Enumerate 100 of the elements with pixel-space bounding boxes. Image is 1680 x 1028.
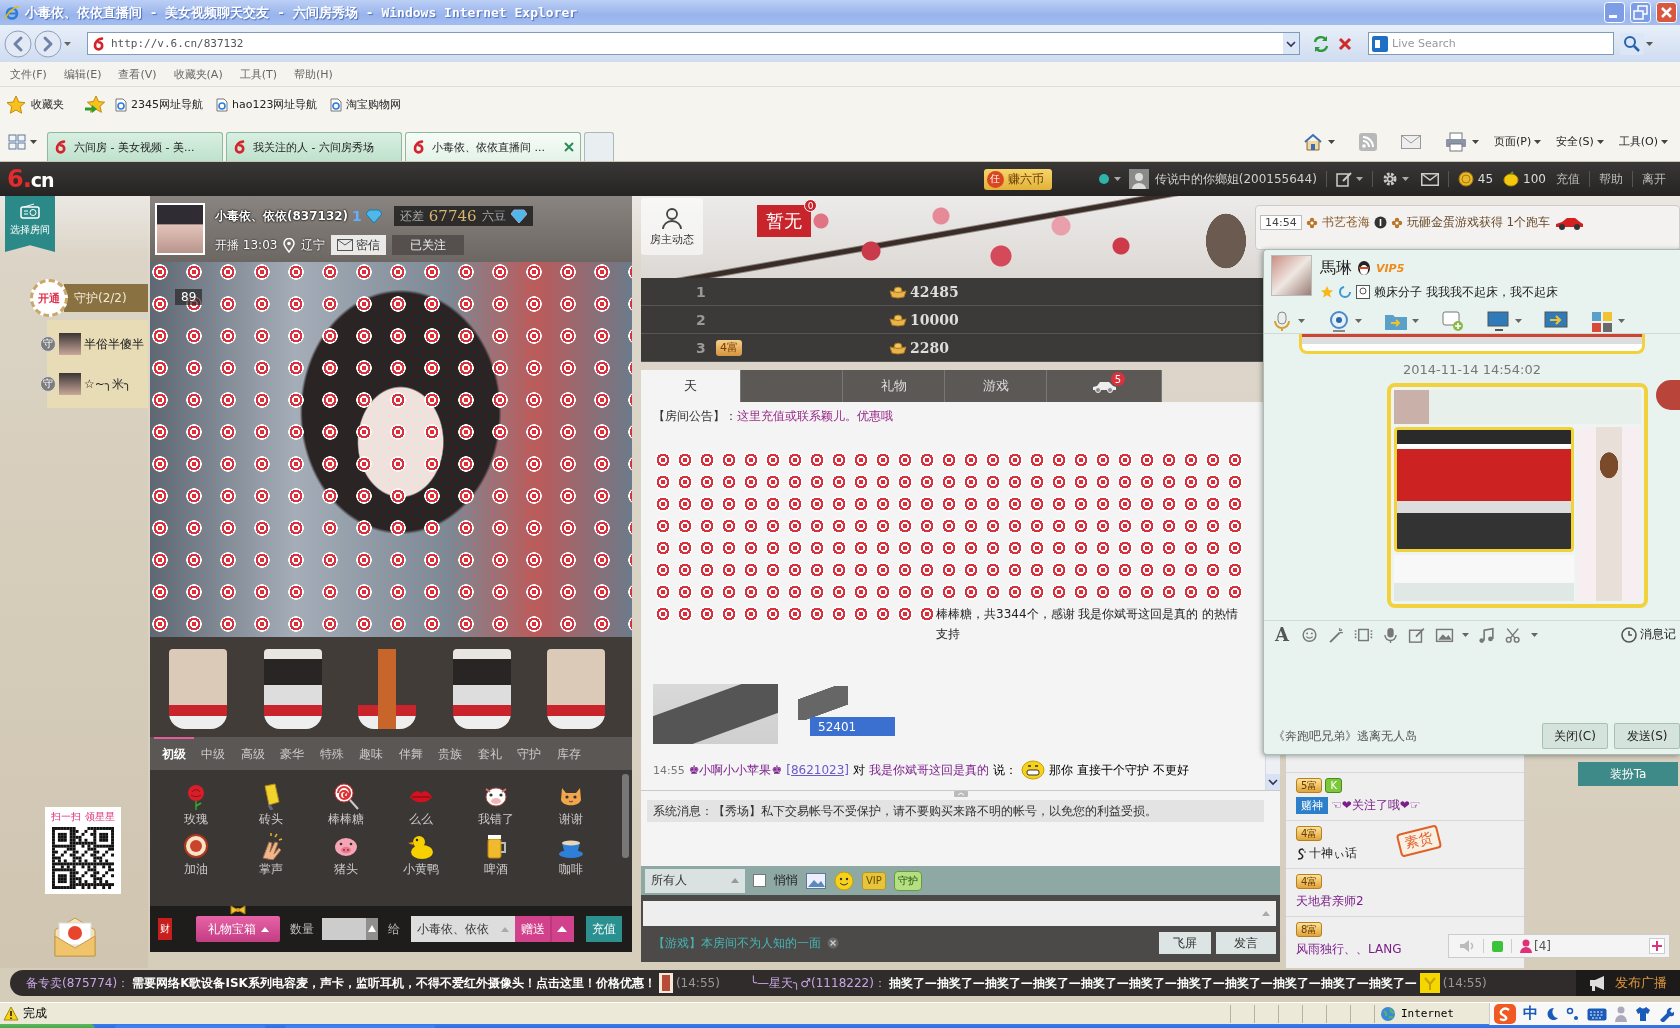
user-name[interactable]: ☜❤关注了哦❤☞ xyxy=(1331,797,1421,814)
chat-tab[interactable]: 天 xyxy=(641,370,741,402)
menu-item[interactable]: 查看(V) xyxy=(118,66,157,82)
gift-item[interactable]: 谢谢 xyxy=(533,782,608,828)
command-menu[interactable]: 工具(O) xyxy=(1618,134,1668,149)
chat-input-field[interactable] xyxy=(643,901,1276,926)
gift-tab[interactable]: 守护 xyxy=(509,737,549,770)
caret-icon[interactable] xyxy=(1515,318,1522,323)
shirt-icon[interactable] xyxy=(1635,1005,1651,1022)
input-method-logo-icon[interactable] xyxy=(1494,1003,1516,1024)
command-menu[interactable]: 页面(P) xyxy=(1493,134,1542,149)
game-link[interactable]: 【游戏】本房间不为人知的一面 xyxy=(653,934,821,952)
menu-item[interactable]: 帮助(H) xyxy=(294,66,333,82)
user-name[interactable]: 风雨独行、、LANG xyxy=(1296,941,1402,958)
guard-button[interactable]: 守护 xyxy=(893,870,922,891)
whisper-checkbox[interactable] xyxy=(753,874,766,887)
close-icon[interactable] xyxy=(827,937,839,949)
scroll-down-icon[interactable] xyxy=(1266,774,1280,790)
caret-icon[interactable] xyxy=(1327,139,1335,144)
chat-action-button[interactable]: 飞屏 xyxy=(1159,932,1211,954)
gift-item[interactable]: 掌声 xyxy=(233,832,308,878)
mic-seat[interactable] xyxy=(452,649,511,729)
settings-icon[interactable] xyxy=(1381,171,1398,187)
mail-icon[interactable] xyxy=(1420,172,1439,186)
send-button[interactable]: 赠送 xyxy=(515,916,550,942)
spin-icon[interactable] xyxy=(366,918,378,940)
user-id-link[interactable]: [8621023] xyxy=(786,763,850,777)
followed-button[interactable]: 已关注 xyxy=(392,235,465,255)
caret-icon[interactable] xyxy=(1462,632,1469,637)
dialog-button[interactable]: 发送(S) xyxy=(1614,723,1680,749)
recipient-select[interactable]: 小毒依、依依 xyxy=(411,916,515,942)
status-icon[interactable] xyxy=(1338,285,1352,299)
forward-icon[interactable] xyxy=(34,29,62,58)
gift-item[interactable]: 我错了 xyxy=(458,782,533,828)
caret-icon[interactable] xyxy=(1534,139,1542,144)
gift-item[interactable]: 啤酒 xyxy=(458,832,533,878)
scrollbar-thumb[interactable] xyxy=(622,774,629,858)
gift-box-button[interactable]: 礼物宝箱 xyxy=(196,916,280,942)
music-note-icon[interactable] xyxy=(1477,625,1496,644)
webcam-icon[interactable] xyxy=(1327,309,1351,332)
back-icon[interactable] xyxy=(4,29,32,58)
punctuation-icon[interactable] xyxy=(1566,1006,1580,1021)
browser-tab[interactable]: 六间房 - 美女视频 - 美... xyxy=(47,132,223,161)
smiley-icon[interactable] xyxy=(1300,625,1319,644)
gift-item[interactable]: 么么 xyxy=(383,782,458,828)
add-favorite-icon[interactable] xyxy=(84,93,108,116)
wrench-icon[interactable] xyxy=(1658,1005,1674,1022)
user-name[interactable]: 天地君亲师2 xyxy=(1296,893,1364,910)
edit-icon[interactable] xyxy=(1335,171,1352,187)
home-icon[interactable] xyxy=(1302,132,1323,151)
earn-coins-button[interactable]: 任 赚六币 xyxy=(983,168,1052,190)
caret-icon[interactable] xyxy=(1412,318,1419,323)
smiley-icon[interactable] xyxy=(834,870,854,891)
screen-icon[interactable] xyxy=(1487,309,1511,332)
menu-item[interactable]: 收藏夹(A) xyxy=(173,66,223,82)
gift-item[interactable]: 咖啡 xyxy=(533,832,608,878)
image-icon[interactable] xyxy=(806,872,826,889)
splitter-handle-icon[interactable] xyxy=(953,791,968,797)
chat-tab[interactable]: 游戏 xyxy=(945,370,1047,402)
decorate-button[interactable]: 装扮Ta xyxy=(1578,762,1678,786)
room-select-button[interactable]: 选择房间 xyxy=(5,196,55,252)
target-name[interactable]: 我是你斌哥这回是真的 xyxy=(869,761,990,779)
private-message-button[interactable]: 密信 xyxy=(331,235,387,255)
fortune-button[interactable]: 财 xyxy=(158,918,172,940)
browser-tab[interactable]: 我关注的人 - 六间房秀场 xyxy=(226,132,402,161)
user-name[interactable]: 传说中的你鄉姐(200155644) xyxy=(1154,170,1317,188)
address-field[interactable]: http://v.6.cn/837132 xyxy=(87,32,1300,55)
microphone-icon[interactable] xyxy=(1381,625,1400,644)
whisper-label[interactable]: 悄悄 xyxy=(774,872,798,889)
caret-icon[interactable] xyxy=(64,41,71,46)
favorite-link[interactable]: hao123网址导航 xyxy=(215,97,318,112)
favorites-button[interactable]: 收藏夹 xyxy=(6,94,64,115)
browser-tab[interactable]: 小毒依、依依直播间 ... xyxy=(405,132,581,161)
status-dot-icon[interactable] xyxy=(1097,173,1110,185)
mic-seat[interactable] xyxy=(169,649,227,729)
caret-icon[interactable] xyxy=(1298,318,1305,323)
favorite-link[interactable]: 2345网址导航 xyxy=(114,97,203,112)
caret-icon[interactable] xyxy=(30,139,37,144)
open-guard-button[interactable]: 开通 xyxy=(30,279,68,317)
send-options-icon[interactable] xyxy=(550,916,574,942)
guard-name[interactable]: 半俗半傻半 xyxy=(84,335,144,353)
gift-item[interactable]: 玫瑰 xyxy=(158,782,233,828)
keyboard-icon[interactable] xyxy=(1587,1006,1607,1021)
qr-code-icon[interactable] xyxy=(52,827,114,889)
caret-icon[interactable] xyxy=(1661,139,1668,144)
caret-icon[interactable] xyxy=(1471,139,1479,144)
guard-name[interactable]: ☆~╮米╮ xyxy=(84,375,132,393)
gift-item[interactable]: 猪头 xyxy=(308,832,383,878)
moon-icon[interactable] xyxy=(1545,1006,1559,1021)
member-count-button[interactable]: [4] xyxy=(1520,939,1551,953)
menu-item[interactable]: 文件(F) xyxy=(10,66,47,82)
magic-wand-icon[interactable] xyxy=(1327,625,1346,644)
owner-news-button[interactable]: 房主动态 xyxy=(641,198,703,255)
user-name[interactable]: 十神ぃ话 xyxy=(1309,845,1357,862)
gift-tab[interactable]: 套礼 xyxy=(470,737,510,770)
gift-item[interactable]: 加油 xyxy=(158,832,233,878)
print-icon[interactable] xyxy=(1444,131,1467,152)
gift-tab[interactable]: 特殊 xyxy=(312,737,352,770)
caret-icon[interactable] xyxy=(1355,318,1362,323)
broadcaster-name[interactable]: 备专卖(875774)： xyxy=(26,974,130,992)
